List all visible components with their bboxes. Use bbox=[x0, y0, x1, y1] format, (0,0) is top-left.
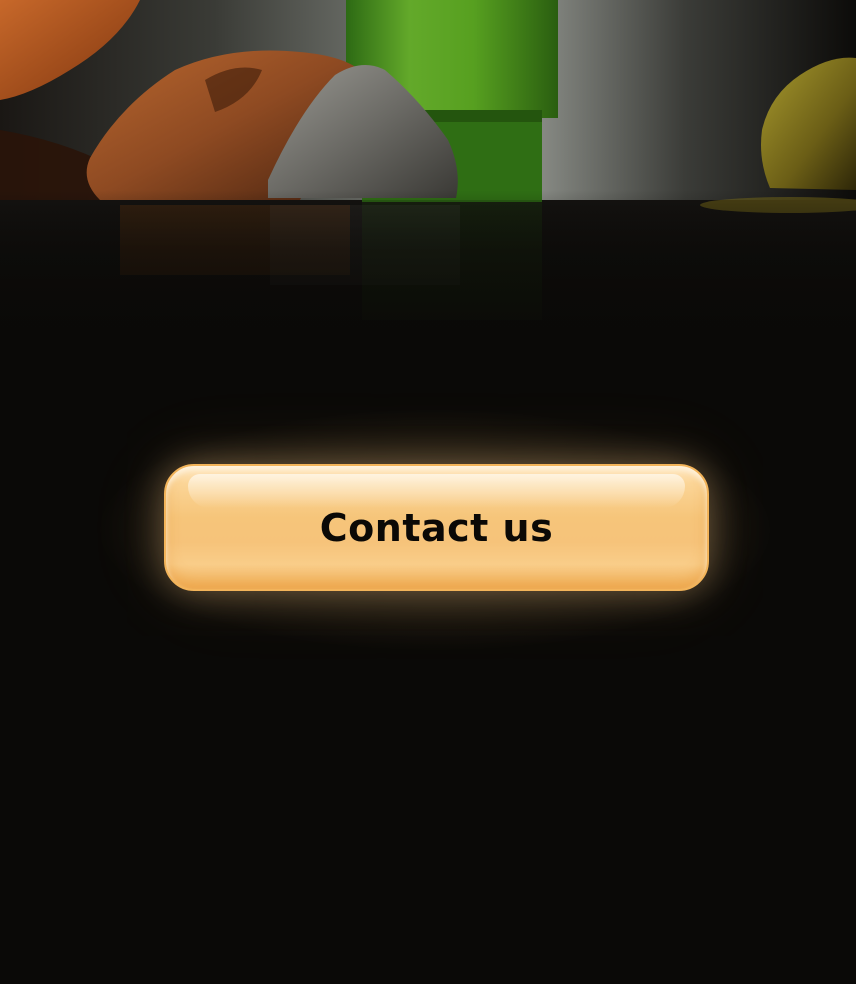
hero-image bbox=[0, 0, 856, 360]
hero-scene-illustration-icon bbox=[0, 0, 856, 360]
page: Contact us bbox=[0, 0, 856, 984]
contact-us-label: Contact us bbox=[319, 505, 554, 550]
contact-us-button[interactable]: Contact us bbox=[164, 464, 709, 591]
